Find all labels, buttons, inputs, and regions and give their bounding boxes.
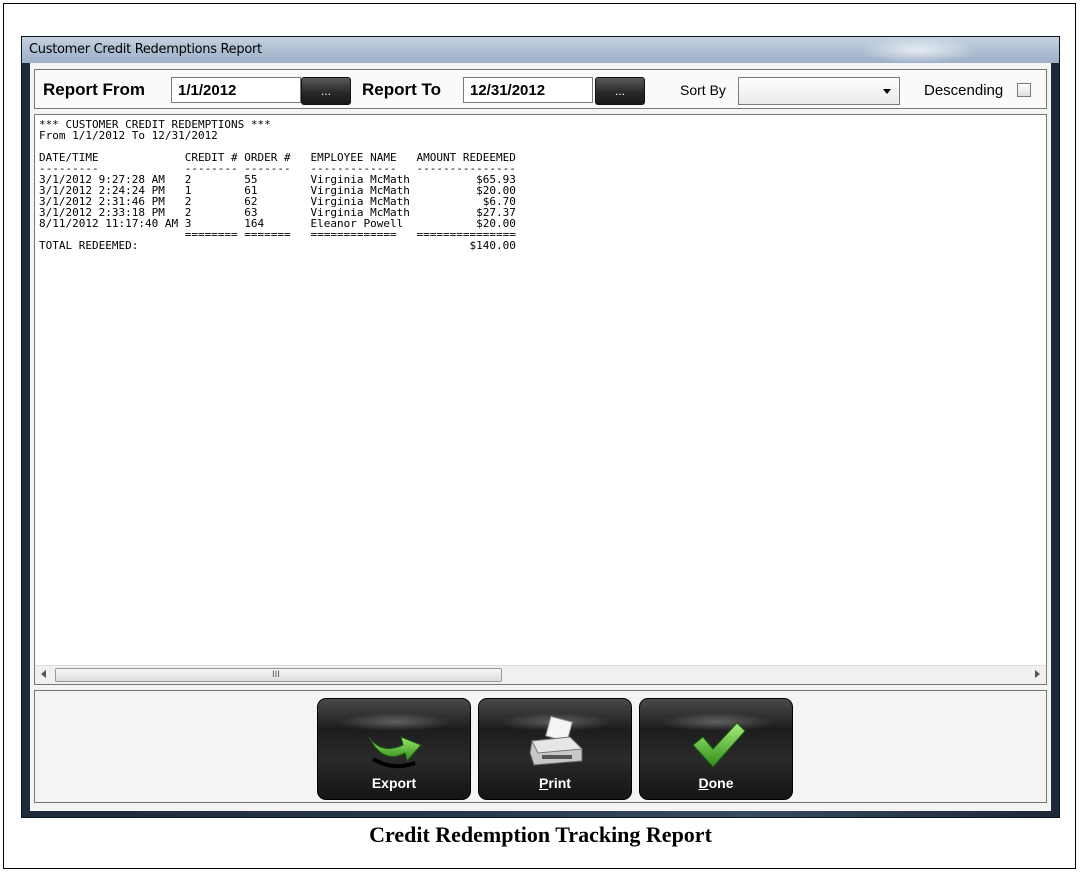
report-to-picker-button[interactable]: ...	[595, 77, 645, 105]
done-label: Done	[698, 775, 734, 791]
report-from-label: Report From	[43, 80, 145, 99]
title-bar[interactable]: Customer Credit Redemptions Report	[22, 37, 1059, 63]
action-bar: Export Print Done	[34, 690, 1047, 803]
report-to-input[interactable]: 12/31/2012	[463, 77, 593, 103]
checkmark-icon	[692, 722, 746, 768]
done-button[interactable]: Done	[639, 698, 793, 800]
grip-icon: III	[272, 670, 280, 680]
sort-by-select[interactable]	[738, 77, 900, 105]
report-to-label: Report To	[362, 80, 442, 99]
scrollbar-thumb[interactable]: III	[55, 668, 502, 682]
export-arrow-icon	[368, 736, 422, 769]
scroll-right-arrow-icon[interactable]	[1035, 670, 1040, 678]
window-client-area: Report From 1/1/2012 ... Report To 12/31…	[30, 63, 1051, 811]
export-button[interactable]: Export	[317, 698, 471, 800]
report-from-picker-button[interactable]: ...	[301, 77, 351, 105]
report-text: *** CUSTOMER CREDIT REDEMPTIONS *** From…	[39, 118, 516, 252]
export-label: Export	[371, 775, 417, 791]
print-label: Print	[539, 775, 571, 791]
chevron-down-icon	[883, 89, 891, 94]
report-from-input[interactable]: 1/1/2012	[171, 77, 301, 103]
scroll-left-arrow-icon[interactable]	[41, 670, 46, 678]
sort-by-label: Sort By	[680, 82, 726, 98]
printer-icon	[529, 715, 584, 766]
horizontal-scrollbar[interactable]: III	[35, 665, 1046, 684]
descending-checkbox[interactable]	[1017, 83, 1031, 97]
report-viewer[interactable]: *** CUSTOMER CREDIT REDEMPTIONS *** From…	[34, 114, 1047, 685]
report-window: Customer Credit Redemptions Report Repor…	[21, 36, 1060, 818]
descending-label: Descending	[924, 82, 1004, 99]
figure-caption: Credit Redemption Tracking Report	[369, 822, 712, 847]
print-button[interactable]: Print	[478, 698, 632, 800]
filter-bar: Report From 1/1/2012 ... Report To 12/31…	[34, 69, 1047, 109]
window-title: Customer Credit Redemptions Report	[29, 42, 262, 57]
